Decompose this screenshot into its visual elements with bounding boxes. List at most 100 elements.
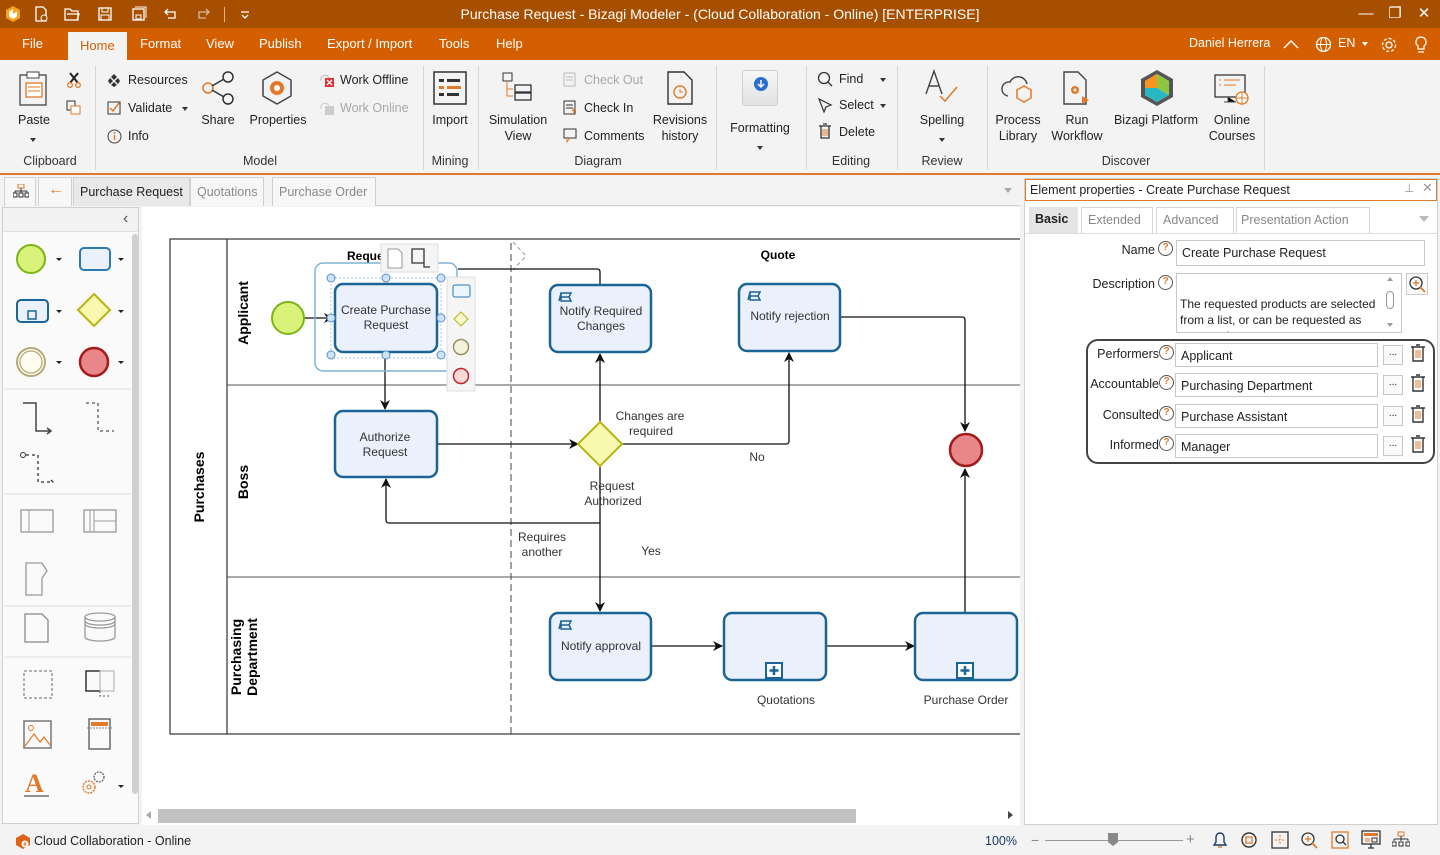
accountable-input[interactable]: Purchasing Department [1175, 373, 1378, 397]
prop-tab-advanced[interactable]: Advanced [1156, 207, 1234, 233]
performers-browse-button[interactable]: ... [1383, 345, 1403, 365]
sequence-flow-connector[interactable] [23, 402, 53, 435]
zoom-fit-icon[interactable] [1240, 831, 1258, 849]
menu-tools[interactable]: Tools [439, 36, 469, 51]
consulted-browse-button[interactable]: ... [1383, 406, 1403, 426]
subprocess-shape[interactable] [16, 299, 49, 323]
task-notify-approval[interactable]: Notify approval [548, 611, 653, 682]
intermediate-dropdown-icon[interactable] [56, 361, 62, 364]
context-add-task-icon[interactable] [452, 284, 471, 298]
informed-input[interactable]: Manager [1175, 434, 1378, 458]
gateway-shape[interactable] [76, 292, 112, 328]
language-dropdown-icon[interactable] [1362, 42, 1368, 46]
subprocess-purchase-order[interactable] [913, 611, 1019, 682]
copy-icon[interactable] [66, 100, 82, 116]
check-out-button[interactable]: Check Out [584, 72, 643, 88]
notifications-bell-icon[interactable] [1211, 831, 1229, 849]
settings-gear-icon[interactable] [1380, 36, 1398, 54]
subprocess-quotations[interactable] [722, 611, 828, 682]
menu-help[interactable]: Help [496, 36, 523, 51]
menu-view[interactable]: View [206, 36, 234, 51]
menu-publish[interactable]: Publish [259, 36, 302, 51]
diagram-canvas[interactable]: Purchases Applicant Boss Purchasing Depa… [142, 207, 1041, 807]
task-notify-rejection[interactable]: Notify rejection [737, 282, 842, 353]
context-add-intermediate-icon[interactable] [452, 338, 470, 356]
intermediate-event-shape[interactable] [16, 347, 46, 377]
delete-button[interactable]: Delete [839, 124, 875, 140]
task-shape[interactable] [79, 247, 111, 271]
paste-button[interactable]: Paste [14, 112, 54, 128]
custom-shapes-gear-icon[interactable] [82, 771, 105, 794]
menu-format[interactable]: Format [140, 36, 181, 51]
end-dropdown-icon[interactable] [118, 361, 124, 364]
prop-tab-extended[interactable]: Extended [1081, 207, 1153, 233]
data-store-shape[interactable] [84, 612, 116, 642]
online-courses-button[interactable]: Online Courses [1204, 112, 1260, 144]
prop-tabs-overflow-icon[interactable] [1419, 216, 1429, 222]
prop-tab-basic[interactable]: Basic [1029, 207, 1078, 233]
header-shape[interactable] [87, 718, 112, 750]
performers-input[interactable]: Applicant [1175, 343, 1378, 367]
consulted-delete-icon[interactable] [1410, 405, 1426, 423]
share-button[interactable]: Share [196, 112, 240, 128]
presentation-icon[interactable] [1361, 830, 1381, 850]
accountable-help-icon[interactable]: ? [1159, 375, 1174, 390]
desc-scroll-up-icon[interactable] [1387, 277, 1393, 281]
performers-help-icon[interactable]: ? [1159, 345, 1174, 360]
zoom-slider-thumb[interactable] [1108, 833, 1118, 846]
cut-icon[interactable] [66, 72, 82, 88]
pin-icon[interactable]: ⊥ [1404, 181, 1414, 195]
task-create-purchase-request[interactable]: Create Purchase Request [333, 282, 439, 354]
menu-file[interactable]: File [22, 36, 43, 51]
gateway-dropdown-icon[interactable] [118, 310, 124, 313]
work-online-button[interactable]: Work Online [340, 100, 409, 116]
collapse-palette-icon[interactable]: ‹ [123, 210, 128, 228]
accountable-browse-button[interactable]: ... [1383, 375, 1403, 395]
context-toolbar-top[interactable] [380, 243, 439, 273]
revisions-history-button[interactable]: Revisions history [650, 112, 710, 144]
scroll-left-icon[interactable] [146, 811, 151, 819]
performers-delete-icon[interactable] [1410, 344, 1426, 362]
tab-quotations[interactable]: Quotations [190, 177, 265, 206]
data-object-shape[interactable] [24, 613, 49, 643]
menu-home[interactable]: Home [68, 32, 127, 60]
process-library-button[interactable]: Process Library [990, 112, 1046, 144]
formatting-button-box[interactable] [742, 70, 778, 106]
center-view-icon[interactable] [1271, 831, 1289, 849]
tabs-overflow-icon[interactable] [1004, 188, 1012, 193]
globe-icon[interactable] [1315, 36, 1332, 53]
properties-button[interactable]: Properties [246, 112, 310, 128]
accountable-delete-icon[interactable] [1410, 374, 1426, 392]
zoom-in-button[interactable]: + [1186, 831, 1195, 848]
description-help-icon[interactable]: ? [1158, 275, 1173, 290]
user-name[interactable]: Daniel Herrera [1189, 36, 1270, 50]
zoom-magnify-icon[interactable] [1300, 831, 1318, 849]
expand-description-button[interactable] [1406, 273, 1428, 295]
group-shape[interactable] [23, 670, 53, 699]
subprocess-dropdown-icon[interactable] [56, 310, 62, 313]
flow-rejection-to-end[interactable] [841, 316, 970, 432]
desc-scroll-thumb[interactable] [1386, 291, 1394, 309]
start-event[interactable] [271, 301, 305, 335]
close-button[interactable]: ✕ [1412, 3, 1436, 25]
consulted-help-icon[interactable]: ? [1159, 406, 1174, 421]
formatting-button[interactable]: Formatting [724, 120, 796, 136]
spelling-button[interactable]: Spelling [912, 112, 972, 128]
flow-notify-changes-to-create[interactable] [458, 268, 601, 284]
start-event-shape[interactable] [16, 244, 46, 274]
zoom-out-button[interactable]: − [1031, 832, 1039, 848]
validate-button[interactable]: Validate [128, 100, 172, 116]
prop-tab-presentation-action[interactable]: Presentation Action [1236, 207, 1370, 233]
context-toolbar-side[interactable] [446, 276, 476, 392]
simulation-view-button[interactable]: Simulation View [486, 112, 550, 144]
restore-button[interactable]: ❐ [1383, 3, 1407, 25]
tab-purchase-request[interactable]: Purchase Request [73, 177, 190, 206]
find-dropdown-icon[interactable] [880, 78, 886, 82]
language-selector[interactable]: EN [1338, 36, 1355, 50]
zoom-selection-icon[interactable] [1331, 831, 1349, 849]
association-connector[interactable] [26, 454, 54, 485]
text-shape[interactable]: A [24, 769, 49, 798]
import-button[interactable]: Import [428, 112, 472, 128]
annotation-shape[interactable] [85, 670, 115, 697]
collapse-ribbon-icon[interactable] [1282, 38, 1300, 50]
